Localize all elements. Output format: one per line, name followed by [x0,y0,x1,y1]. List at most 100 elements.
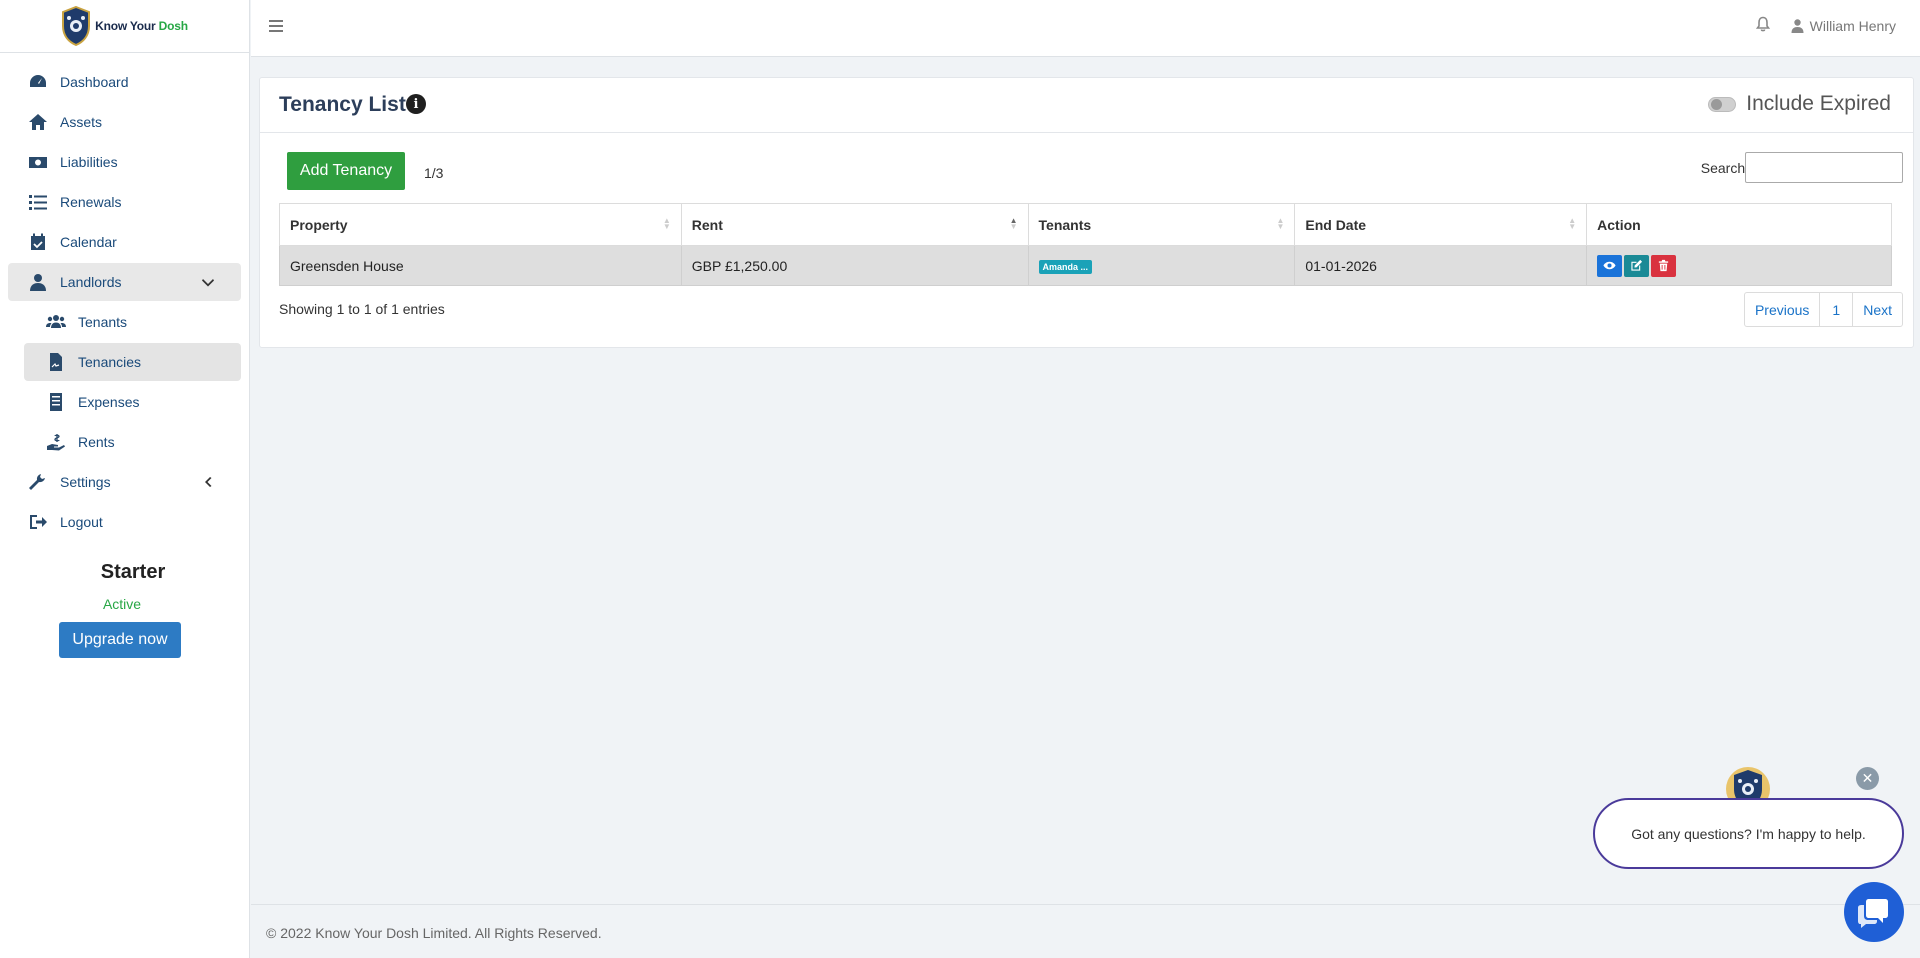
sidebar-item-label: Calendar [60,234,117,250]
user-menu[interactable]: William Henry [1791,18,1896,34]
sidebar-item-label: Renewals [60,194,122,210]
sidebar-item-label: Expenses [78,394,140,410]
eye-icon [1603,261,1616,270]
edit-button[interactable] [1624,254,1650,277]
sidebar: Know Your Dosh Dashboard Assets Liabilit… [0,0,250,958]
sidebar-item-label: Liabilities [60,154,118,170]
gauge-icon [26,72,50,92]
sidebar-item-logout[interactable]: Logout [8,503,241,541]
tenant-badge[interactable]: Amanda ... [1038,260,1093,274]
plan-status: Active [102,596,142,612]
chat-launcher-button[interactable] [1844,882,1904,942]
chat-close-icon[interactable]: ✕ [1856,767,1879,790]
chevron-left-icon[interactable] [201,475,215,489]
footer: © 2022 Know Your Dosh Limited. All Right… [251,904,1920,958]
sidebar-item-dashboard[interactable]: Dashboard [8,63,241,101]
column-header-end-date[interactable]: End Date ▲ ▼ [1294,203,1588,246]
brand-logo[interactable]: Know Your Dosh [0,0,249,53]
edit-icon [1631,259,1643,271]
hand-holding-dollar-icon [44,432,68,452]
pagination-page-1[interactable]: 1 [1820,293,1854,326]
info-icon[interactable]: i [406,94,426,114]
cell-rent: GBP £1,250.00 [680,245,1029,286]
plan-name: Starter [100,561,166,583]
include-expired-control: Include Expired [1708,92,1891,116]
sidebar-item-liabilities[interactable]: Liabilities [8,143,241,181]
search-label: Search: [1700,160,1749,176]
sidebar-item-label: Settings [60,474,111,490]
include-expired-toggle[interactable] [1708,96,1737,112]
tenancy-table: Property ▲ ▼ Rent ▲ ▼ Tenants ▲ ▼ End Date ▲ ▼ A… [279,203,1892,286]
chat-bubble-icon [1858,899,1888,928]
sort-ascending-icon: ▲ ▼ [1009,216,1018,231]
sidebar-item-label: Tenancies [78,354,142,370]
home-icon [26,112,50,132]
calendar-check-icon [26,232,50,252]
column-header-tenants[interactable]: Tenants ▲ ▼ [1027,203,1296,246]
shield-logo-icon [62,6,91,46]
column-header-rent[interactable]: Rent ▲ ▼ [680,203,1029,246]
cell-actions [1586,245,1892,286]
tenancy-list-card: Tenancy List i Include Expired Add Tenan… [259,77,1914,348]
money-icon [26,152,50,172]
sidebar-item-renewals[interactable]: Renewals [8,183,241,221]
user-name: William Henry [1809,18,1896,34]
sort-icon: ▲ ▼ [1276,216,1285,231]
file-contract-icon [44,352,68,372]
tenancy-count: 1/3 [424,165,444,181]
sidebar-nav: Dashboard Assets Liabilities Renewals Ca… [0,53,249,541]
receipt-icon [44,392,68,412]
page-title: Tenancy List [279,93,406,116]
sign-out-icon [26,512,50,532]
trash-icon [1659,259,1669,272]
cell-tenants: Amanda ... [1027,245,1296,286]
table-row[interactable]: Greensden House GBP £1,250.00 Amanda ...… [279,245,1892,286]
user-tie-icon [26,272,50,292]
table-info: Showing 1 to 1 of 1 entries [279,301,445,317]
topbar: William Henry [251,0,1920,57]
search-input[interactable] [1745,152,1903,183]
column-header-property[interactable]: Property ▲ ▼ [279,203,682,246]
sort-icon: ▲ ▼ [662,216,671,231]
pagination: Previous 1 Next [1743,292,1903,327]
sidebar-item-label: Assets [60,114,103,130]
hamburger-menu-icon[interactable] [269,20,283,34]
cell-end-date: 01-01-2026 [1294,245,1588,286]
sidebar-item-assets[interactable]: Assets [8,103,241,141]
wrench-icon [26,472,50,492]
sort-icon: ▲ ▼ [1568,216,1577,231]
sidebar-item-label: Logout [60,514,103,530]
sidebar-item-label: Tenants [78,314,128,330]
chat-prompt-bubble[interactable]: Got any questions? I'm happy to help. [1593,798,1904,869]
table-header-row: Property ▲ ▼ Rent ▲ ▼ Tenants ▲ ▼ End Date ▲ ▼ A… [279,203,1892,246]
user-icon [1791,19,1804,33]
sidebar-item-tenancies[interactable]: Tenancies [24,343,241,381]
sidebar-item-expenses[interactable]: Expenses [24,383,241,421]
view-button[interactable] [1597,254,1623,277]
sidebar-item-label: Dashboard [60,74,129,90]
sidebar-item-rents[interactable]: Rents [24,423,241,461]
sidebar-item-label: Landlords [60,274,122,290]
chevron-down-icon[interactable] [201,275,215,289]
users-icon [44,312,68,332]
pagination-previous[interactable]: Previous [1745,293,1821,326]
pagination-next[interactable]: Next [1853,293,1902,326]
brand-name: Know Your Dosh [95,19,188,33]
sidebar-item-calendar[interactable]: Calendar [8,223,241,261]
cell-property: Greensden House [279,245,682,286]
sidebar-item-label: Rents [78,434,115,450]
sidebar-item-settings[interactable]: Settings [8,463,241,501]
plan-panel: Starter Active Upgrade now [0,561,250,658]
card-header: Tenancy List i Include Expired [260,78,1913,133]
column-header-action: Action [1586,203,1892,246]
chat-message: Got any questions? I'm happy to help. [1631,825,1866,842]
add-tenancy-button[interactable]: Add Tenancy [287,152,405,190]
upgrade-button[interactable]: Upgrade now [59,622,181,658]
sidebar-item-tenants[interactable]: Tenants [24,303,241,341]
bell-icon[interactable] [1755,16,1772,34]
copyright-text: © 2022 Know Your Dosh Limited. All Right… [266,925,602,941]
sidebar-item-landlords[interactable]: Landlords [8,263,241,301]
include-expired-label: Include Expired [1746,92,1891,115]
delete-button[interactable] [1651,254,1677,277]
list-icon [26,192,50,212]
